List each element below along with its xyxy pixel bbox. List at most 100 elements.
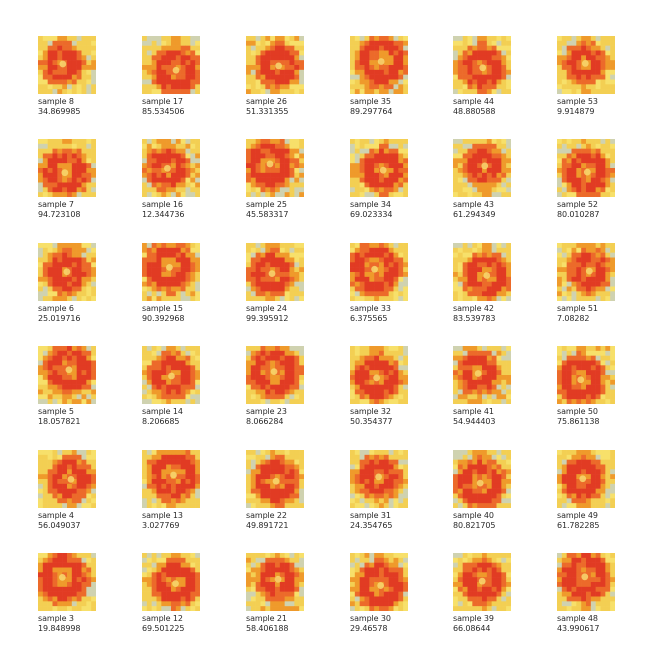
sample-label: sample 14 — [142, 407, 183, 416]
sample-tile: sample 40 80.821705 — [453, 450, 533, 550]
sample-value: 90.392968 — [142, 314, 185, 323]
sample-tile: sample 15 90.392968 — [142, 243, 222, 343]
sample-label: sample 8 — [38, 97, 74, 106]
sample-heatmap-image — [557, 139, 615, 197]
sample-heatmap-image — [453, 36, 511, 94]
sample-heatmap-image — [453, 139, 511, 197]
sample-label: sample 17 — [142, 97, 183, 106]
sample-label: sample 26 — [246, 97, 287, 106]
sample-tile: sample 6 25.019716 — [38, 243, 118, 343]
sample-tile: sample 51 7.08282 — [557, 243, 637, 343]
sample-tile: sample 48 43.990617 — [557, 553, 637, 653]
sample-tile: sample 41 54.944403 — [453, 346, 533, 446]
sample-heatmap-image — [557, 36, 615, 94]
sample-value: 50.354377 — [350, 417, 393, 426]
sample-heatmap-image — [246, 139, 304, 197]
sample-label: sample 30 — [350, 614, 391, 623]
sample-heatmap-image — [350, 450, 408, 508]
sample-heatmap-image — [38, 553, 96, 611]
sample-label: sample 13 — [142, 511, 183, 520]
sample-label: sample 51 — [557, 304, 598, 313]
sample-heatmap-image — [350, 553, 408, 611]
sample-value: 83.539783 — [453, 314, 496, 323]
sample-label: sample 41 — [453, 407, 494, 416]
sample-tile: sample 4 56.049037 — [38, 450, 118, 550]
sample-label: sample 7 — [38, 200, 74, 209]
sample-heatmap-image — [246, 553, 304, 611]
sample-label: sample 35 — [350, 97, 391, 106]
sample-heatmap-image — [453, 450, 511, 508]
sample-heatmap-image — [38, 139, 96, 197]
sample-label: sample 6 — [38, 304, 74, 313]
sample-value: 94.723108 — [38, 210, 81, 219]
sample-value: 7.08282 — [557, 314, 590, 323]
sample-heatmap-image — [38, 36, 96, 94]
sample-tile: sample 31 24.354765 — [350, 450, 430, 550]
sample-value: 61.294349 — [453, 210, 496, 219]
sample-label: sample 5 — [38, 407, 74, 416]
sample-value: 24.354765 — [350, 521, 393, 530]
sample-label: sample 24 — [246, 304, 287, 313]
sample-label: sample 15 — [142, 304, 183, 313]
sample-heatmap-image — [38, 450, 96, 508]
sample-value: 8.066284 — [246, 417, 284, 426]
sample-tile: sample 39 66.08644 — [453, 553, 533, 653]
sample-tile: sample 16 12.344736 — [142, 139, 222, 239]
sample-heatmap-image — [350, 346, 408, 404]
sample-value: 34.869985 — [38, 107, 81, 116]
sample-value: 80.821705 — [453, 521, 496, 530]
sample-value: 54.944403 — [453, 417, 496, 426]
sample-heatmap-image — [453, 553, 511, 611]
sample-tile: sample 26 51.331355 — [246, 36, 326, 136]
sample-heatmap-image — [142, 346, 200, 404]
sample-value: 43.990617 — [557, 624, 600, 633]
sample-value: 85.534506 — [142, 107, 185, 116]
sample-tile: sample 42 83.539783 — [453, 243, 533, 343]
sample-tile: sample 21 58.406188 — [246, 553, 326, 653]
sample-value: 61.782285 — [557, 521, 600, 530]
sample-heatmap-image — [557, 346, 615, 404]
sample-label: sample 12 — [142, 614, 183, 623]
sample-heatmap-image — [38, 243, 96, 301]
sample-tile: sample 32 50.354377 — [350, 346, 430, 446]
sample-heatmap-image — [453, 243, 511, 301]
sample-tile: sample 49 61.782285 — [557, 450, 637, 550]
sample-tile: sample 43 61.294349 — [453, 139, 533, 239]
sample-label: sample 48 — [557, 614, 598, 623]
sample-heatmap-image — [142, 553, 200, 611]
sample-heatmap-image — [142, 450, 200, 508]
sample-value: 29.46578 — [350, 624, 388, 633]
sample-tile: sample 8 34.869985 — [38, 36, 118, 136]
sample-tile: sample 35 89.297764 — [350, 36, 430, 136]
sample-heatmap-image — [453, 346, 511, 404]
sample-label: sample 49 — [557, 511, 598, 520]
sample-tile: sample 13 3.027769 — [142, 450, 222, 550]
sample-tile: sample 52 80.010287 — [557, 139, 637, 239]
sample-tile: sample 12 69.501225 — [142, 553, 222, 653]
sample-heatmap-image — [142, 36, 200, 94]
sample-heatmap-image — [557, 450, 615, 508]
sample-tile: sample 34 69.023334 — [350, 139, 430, 239]
sample-value: 75.861138 — [557, 417, 600, 426]
sample-label: sample 39 — [453, 614, 494, 623]
sample-heatmap-image — [142, 139, 200, 197]
sample-label: sample 23 — [246, 407, 287, 416]
sample-tile: sample 14 8.206685 — [142, 346, 222, 446]
sample-label: sample 32 — [350, 407, 391, 416]
sample-label: sample 21 — [246, 614, 287, 623]
sample-value: 3.027769 — [142, 521, 180, 530]
sample-value: 12.344736 — [142, 210, 185, 219]
sample-label: sample 50 — [557, 407, 598, 416]
sample-label: sample 25 — [246, 200, 287, 209]
sample-tile: sample 25 45.583317 — [246, 139, 326, 239]
sample-value: 69.023334 — [350, 210, 393, 219]
sample-label: sample 31 — [350, 511, 391, 520]
sample-tile: sample 50 75.861138 — [557, 346, 637, 446]
sample-value: 8.206685 — [142, 417, 180, 426]
sample-label: sample 4 — [38, 511, 74, 520]
sample-value: 45.583317 — [246, 210, 289, 219]
sample-value: 66.08644 — [453, 624, 491, 633]
sample-value: 9.914879 — [557, 107, 595, 116]
sample-tile: sample 17 85.534506 — [142, 36, 222, 136]
sample-label: sample 22 — [246, 511, 287, 520]
